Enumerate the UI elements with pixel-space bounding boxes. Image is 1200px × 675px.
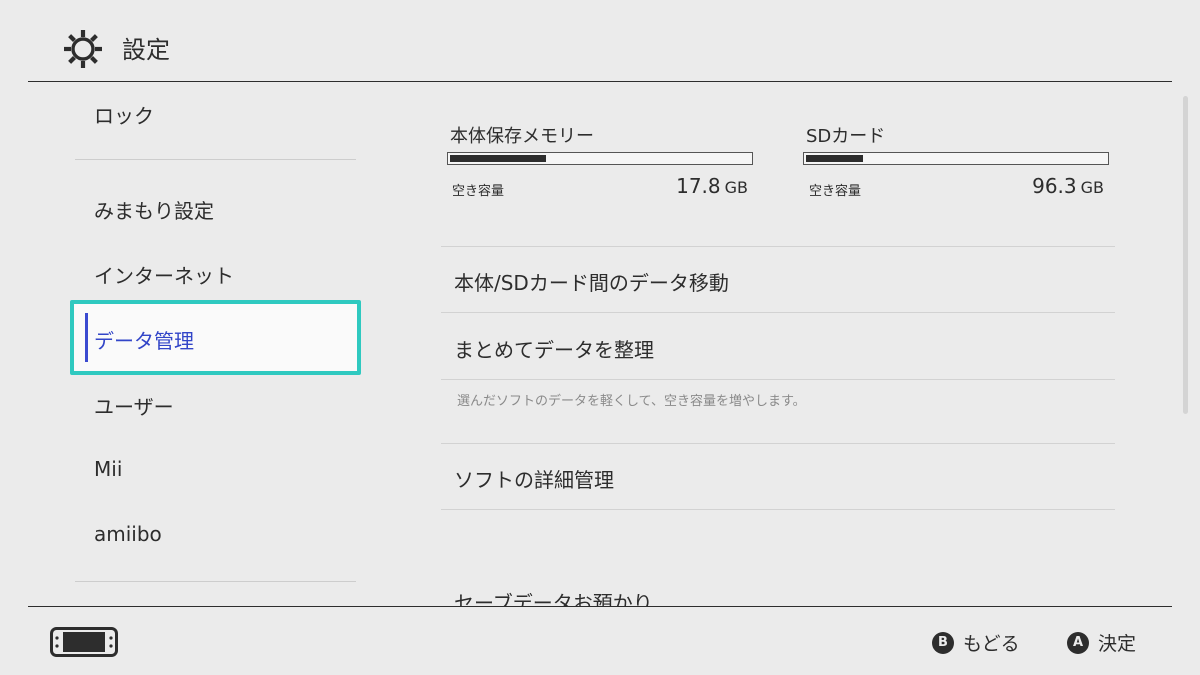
- b-button-icon: B: [932, 631, 954, 654]
- a-button-icon: A: [1067, 631, 1089, 654]
- menu-item-save-data-cloud[interactable]: セーブデータお預かり: [454, 587, 653, 606]
- selection-indicator: [85, 313, 88, 362]
- menu-item-quick-archive[interactable]: まとめてデータを整理: [454, 334, 654, 363]
- sd-free-label: 空き容量: [809, 184, 862, 199]
- sidebar-item-data-management[interactable]: データ管理: [70, 300, 361, 375]
- sd-card-used-fill: [806, 155, 863, 162]
- divider: [441, 312, 1115, 313]
- sidebar-item-label: データ管理: [94, 329, 194, 353]
- back-hint[interactable]: B もどる: [932, 629, 1020, 656]
- system-free-value: 17.8 GB: [676, 174, 748, 198]
- ok-label: 決定: [1098, 633, 1137, 655]
- menu-item-software-management[interactable]: ソフトの詳細管理: [454, 464, 614, 493]
- sidebar-divider: [75, 581, 356, 582]
- scrollbar[interactable]: [1183, 96, 1188, 414]
- sidebar-item-amiibo[interactable]: amiibo: [94, 522, 162, 546]
- back-label: もどる: [963, 633, 1020, 655]
- gear-icon: [64, 30, 102, 68]
- header: 設定: [0, 0, 1200, 82]
- menu-item-description: 選んだソフトのデータを軽くして、空き容量を増やします。: [457, 394, 806, 409]
- main-panel: 本体保存メモリー 空き容量 17.8 GB SDカード 空き容量 96.3 GB 本…: [384, 82, 1184, 606]
- system-memory-used-fill: [450, 155, 546, 162]
- sidebar-item-parental-controls[interactable]: みまもり設定: [94, 195, 214, 224]
- sidebar-item-internet[interactable]: インターネット: [94, 260, 234, 289]
- menu-item-data-transfer[interactable]: 本体/SDカード間のデータ移動: [454, 267, 729, 296]
- sidebar-item-mii[interactable]: Mii: [94, 457, 122, 481]
- system-free-label: 空き容量: [452, 184, 505, 199]
- page-title: 設定: [122, 36, 170, 64]
- sidebar-item-lock[interactable]: ロック: [94, 100, 154, 129]
- footer: B もどる A 決定: [0, 607, 1200, 675]
- sd-free-value: 96.3 GB: [1032, 174, 1104, 198]
- sd-card-bar: [803, 152, 1109, 165]
- divider: [441, 246, 1115, 247]
- sd-card-label: SDカード: [806, 126, 886, 147]
- divider: [441, 379, 1115, 380]
- divider: [441, 509, 1115, 510]
- sidebar: ロック みまもり設定 インターネット データ管理 ユーザー Mii amiibo: [0, 82, 384, 606]
- ok-hint[interactable]: A 決定: [1067, 629, 1136, 656]
- system-memory-label: 本体保存メモリー: [450, 126, 594, 147]
- handheld-console-icon: [50, 627, 118, 657]
- sidebar-item-users[interactable]: ユーザー: [94, 391, 174, 420]
- system-memory-bar: [447, 152, 753, 165]
- divider: [441, 443, 1115, 444]
- sidebar-divider: [75, 159, 356, 160]
